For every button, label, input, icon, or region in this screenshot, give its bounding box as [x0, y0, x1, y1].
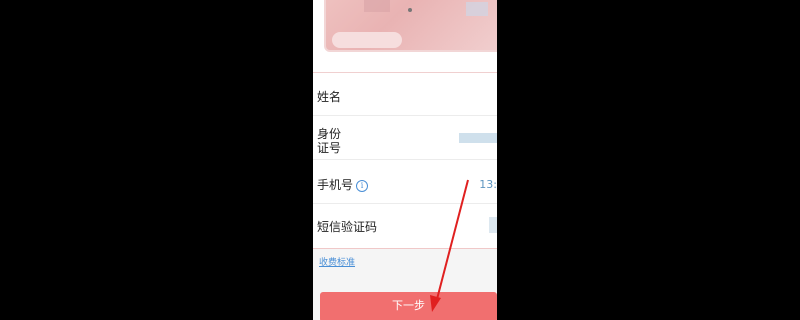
arrow-shaft [435, 179, 469, 304]
annotation-arrow [430, 179, 469, 312]
arrow-head [430, 295, 441, 312]
